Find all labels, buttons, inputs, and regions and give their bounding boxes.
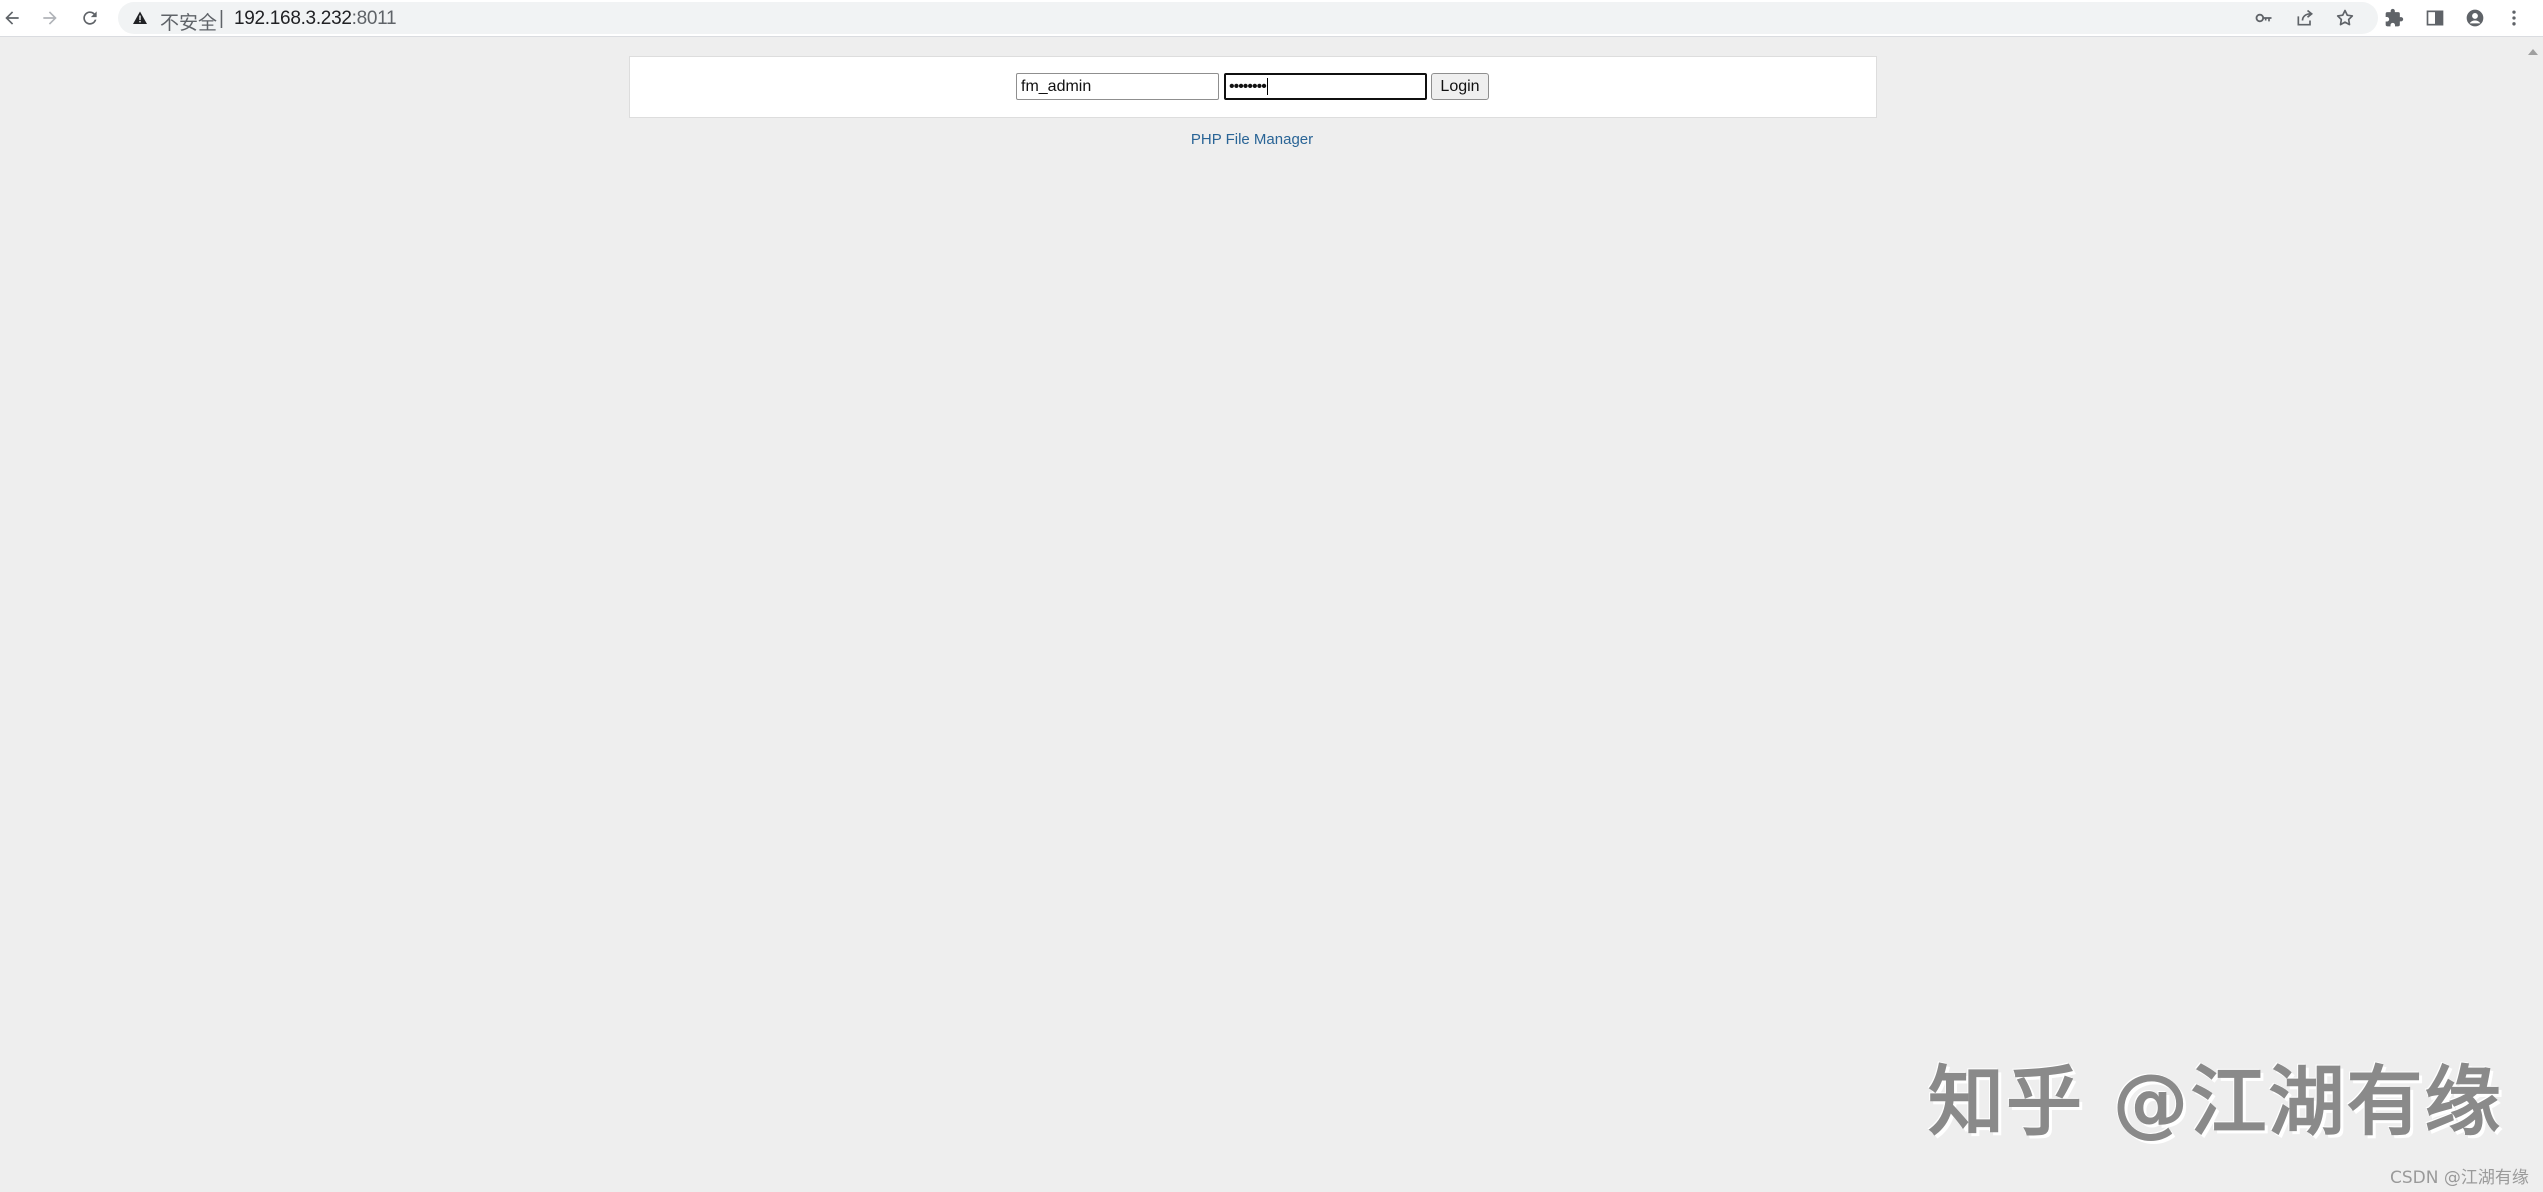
url-port: :8011 [351,8,397,29]
url-text[interactable]: 192.168.3.232:8011 [234,8,397,30]
share-icon[interactable] [2293,6,2317,30]
login-panel: fm_admin •••••••• Login [629,56,1877,118]
warning-icon[interactable] [132,10,148,26]
url-host: 192.168.3.232 [234,8,352,29]
password-input[interactable]: •••••••• [1224,73,1427,100]
address-divider: | [219,8,224,29]
profile-icon[interactable] [2463,6,2487,30]
back-icon[interactable] [0,6,24,30]
reload-icon[interactable] [78,6,102,30]
menu-icon[interactable] [2502,6,2526,30]
login-button[interactable]: Login [1431,73,1489,100]
key-icon[interactable] [2252,6,2276,30]
scrollbar-up-arrow[interactable] [2527,44,2539,55]
not-secure-label[interactable]: 不安全 [160,8,217,35]
php-file-manager-link[interactable]: PHP File Manager [0,131,2504,148]
extensions-icon[interactable] [2382,6,2406,30]
username-input[interactable]: fm_admin [1016,73,1219,100]
zhihu-watermark: 知乎 @江湖有缘 [1928,1057,2503,1146]
text-caret [1266,78,1268,96]
sidebar-icon[interactable] [2423,6,2447,30]
browser-toolbar: 不安全 | 192.168.3.232:8011 [0,0,2543,37]
csdn-watermark: CSDN @江湖有缘 [2390,1168,2529,1188]
forward-icon[interactable] [38,6,62,30]
star-icon[interactable] [2333,6,2357,30]
address-bar[interactable]: 不安全 | 192.168.3.232:8011 [118,2,2378,34]
password-mask: •••••••• [1229,78,1267,95]
